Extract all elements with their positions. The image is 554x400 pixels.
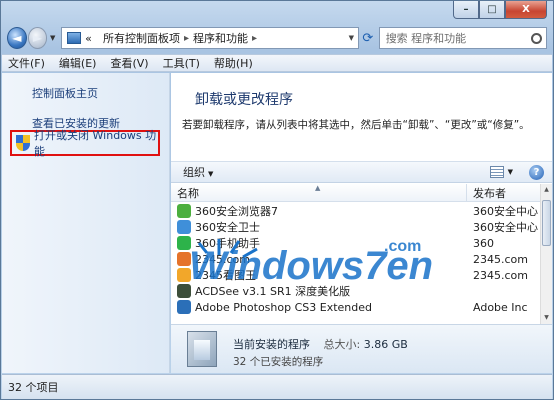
chevron-down-icon: ▼ (208, 170, 214, 178)
menu-help[interactable]: 帮助(H) (214, 55, 253, 71)
table-row[interactable]: Adobe Photoshop CS3 Extended Adobe Inc (171, 299, 540, 315)
program-publisher: 360 (473, 236, 494, 250)
turn-windows-features-label: 打开或关闭 Windows 功能 (34, 129, 157, 158)
vertical-scrollbar[interactable]: ▲ ▼ (540, 184, 552, 324)
caption-buttons: – □ X (453, 1, 547, 19)
program-publisher: 360安全中心 (473, 205, 538, 218)
control-panel-home-link[interactable]: 控制面板主页 (32, 85, 98, 101)
scroll-thumb[interactable] (542, 200, 551, 246)
column-header: 名称 ▲ 发布者 (171, 184, 540, 202)
breadcrumb-all-items[interactable]: 所有控制面板项 (103, 30, 180, 46)
program-publisher: 360安全中心 (473, 221, 538, 234)
recent-pages-dropdown-icon[interactable]: ▼ (48, 34, 57, 42)
program-name-label: ACDSee v3.1 SR1 深度美化版 (195, 285, 351, 298)
chevron-right-icon[interactable]: ▸ (252, 33, 257, 44)
program-icon (177, 268, 191, 282)
organize-button[interactable]: 组织 ▼ (183, 164, 213, 180)
program-name-label: 2345.com (195, 252, 250, 266)
table-row[interactable]: 2345看图王 2345.com (171, 267, 540, 283)
details-summary: 当前安装的程序 总大小: 3.86 GB (233, 336, 408, 352)
close-button[interactable]: X (505, 1, 547, 19)
menu-edit[interactable]: 编辑(E) (59, 55, 97, 71)
program-publisher: 2345.com (473, 268, 528, 282)
address-dropdown-icon[interactable]: ▼ (345, 34, 358, 42)
program-name-label: 360手机助手 (195, 237, 260, 250)
table-row[interactable]: 360手机助手 360 (171, 235, 540, 251)
total-size-value: 3.86 GB (363, 338, 408, 351)
program-name-label: 360安全卫士 (195, 221, 260, 234)
program-icon (177, 284, 191, 298)
program-icon (177, 220, 191, 234)
details-pane: 当前安装的程序 总大小: 3.86 GB 32 个已安装的程序 (171, 324, 552, 373)
organize-label: 组织 (183, 166, 205, 179)
page-title: 卸载或更改程序 (195, 92, 293, 108)
scroll-up-icon[interactable]: ▲ (541, 184, 552, 196)
current-programs-label: 当前安装的程序 (233, 338, 310, 351)
chevron-right-icon[interactable]: ▸ (184, 33, 189, 44)
uac-shield-icon (16, 135, 30, 151)
control-panel-icon (67, 32, 82, 44)
menu-bar: 文件(F) 编辑(E) 查看(V) 工具(T) 帮助(H) (2, 54, 552, 72)
program-name: 360安全卫士 (171, 219, 467, 235)
breadcrumb-programs-features[interactable]: 程序和功能 (193, 30, 248, 46)
menu-tools[interactable]: 工具(T) (163, 55, 200, 71)
program-icon (177, 300, 191, 314)
program-list: 360安全浏览器7 360安全中心 360安全卫士 360安全中心 360手机助手 360… (171, 203, 540, 323)
program-name: Adobe Photoshop CS3 Extended (171, 300, 467, 314)
menu-file[interactable]: 文件(F) (8, 55, 45, 71)
program-name-label: 360安全浏览器7 (195, 205, 278, 218)
minimize-button[interactable]: – (453, 1, 479, 19)
search-icon[interactable] (531, 32, 543, 44)
table-row[interactable]: ACDSee v3.1 SR1 深度美化版 (171, 283, 540, 299)
program-icon (177, 236, 191, 250)
table-row[interactable]: 360安全浏览器7 360安全中心 (171, 203, 540, 219)
task-pane: 控制面板主页 查看已安装的更新 打开或关闭 Windows 功能 (2, 73, 170, 373)
program-name: ACDSee v3.1 SR1 深度美化版 (171, 283, 467, 299)
chevron-right-icon (96, 33, 99, 44)
program-name: 360手机助手 (171, 235, 467, 251)
sort-ascending-icon: ▲ (315, 184, 321, 192)
address-bar[interactable]: « 所有控制面板项 ▸ 程序和功能 ▸ ▼ (61, 27, 360, 49)
table-row[interactable]: 360安全卫士 360安全中心 (171, 219, 540, 235)
command-bar: 组织 ▼ ▼ ? (171, 161, 552, 183)
program-name-label: 2345看图王 (195, 269, 256, 282)
turn-windows-features-link[interactable]: 打开或关闭 Windows 功能 (10, 129, 160, 158)
program-name: 2345看图王 (171, 267, 467, 283)
table-row[interactable]: 2345.com 2345.com (171, 251, 540, 267)
total-size-label: 总大小: (323, 338, 361, 351)
program-publisher: 2345.com (473, 252, 528, 266)
refresh-icon[interactable]: ⟳ (359, 27, 377, 49)
page-description: 若要卸载程序，请从列表中将其选中，然后单击“卸载”、“更改”或“修复”。 (182, 119, 530, 131)
menu-view[interactable]: 查看(V) (110, 55, 148, 71)
programs-and-features-window: – □ X ◄ ► ▼ « 所有控制面板项 ▸ 程序和功能 ▸ ▼ ⟳ 搜索 程… (0, 0, 554, 400)
column-publisher[interactable]: 发布者 (467, 185, 506, 201)
program-icon (177, 204, 191, 218)
status-item-count: 32 个项目 (8, 381, 59, 394)
search-input[interactable]: 搜索 程序和功能 (378, 27, 548, 49)
program-icon (177, 252, 191, 266)
program-name-label: Adobe Photoshop CS3 Extended (195, 300, 372, 314)
search-placeholder: 搜索 程序和功能 (385, 32, 467, 45)
program-name: 2345.com (171, 252, 467, 266)
forward-button[interactable]: ► (27, 27, 48, 49)
program-publisher: Adobe Inc (473, 300, 528, 314)
address-overflow-chevron[interactable]: « (85, 32, 92, 45)
scroll-down-icon[interactable]: ▼ (541, 312, 552, 324)
column-name[interactable]: 名称 ▲ (171, 184, 467, 201)
back-button[interactable]: ◄ (7, 27, 27, 49)
installer-box-icon (187, 331, 217, 367)
view-options-icon[interactable] (489, 166, 504, 178)
navigation-bar: ◄ ► ▼ « 所有控制面板项 ▸ 程序和功能 ▸ ▼ ⟳ 搜索 程序和功能 (7, 25, 548, 51)
help-icon[interactable]: ? (529, 164, 544, 180)
status-bar: 32 个项目 (2, 374, 552, 399)
installed-count: 32 个已安装的程序 (233, 356, 324, 368)
column-name-label: 名称 (177, 186, 199, 200)
maximize-button[interactable]: □ (479, 1, 505, 19)
main-pane: 卸载或更改程序 若要卸载程序，请从列表中将其选中，然后单击“卸载”、“更改”或“… (171, 73, 552, 373)
program-name: 360安全浏览器7 (171, 203, 467, 219)
view-dropdown-icon[interactable]: ▼ (508, 168, 513, 176)
